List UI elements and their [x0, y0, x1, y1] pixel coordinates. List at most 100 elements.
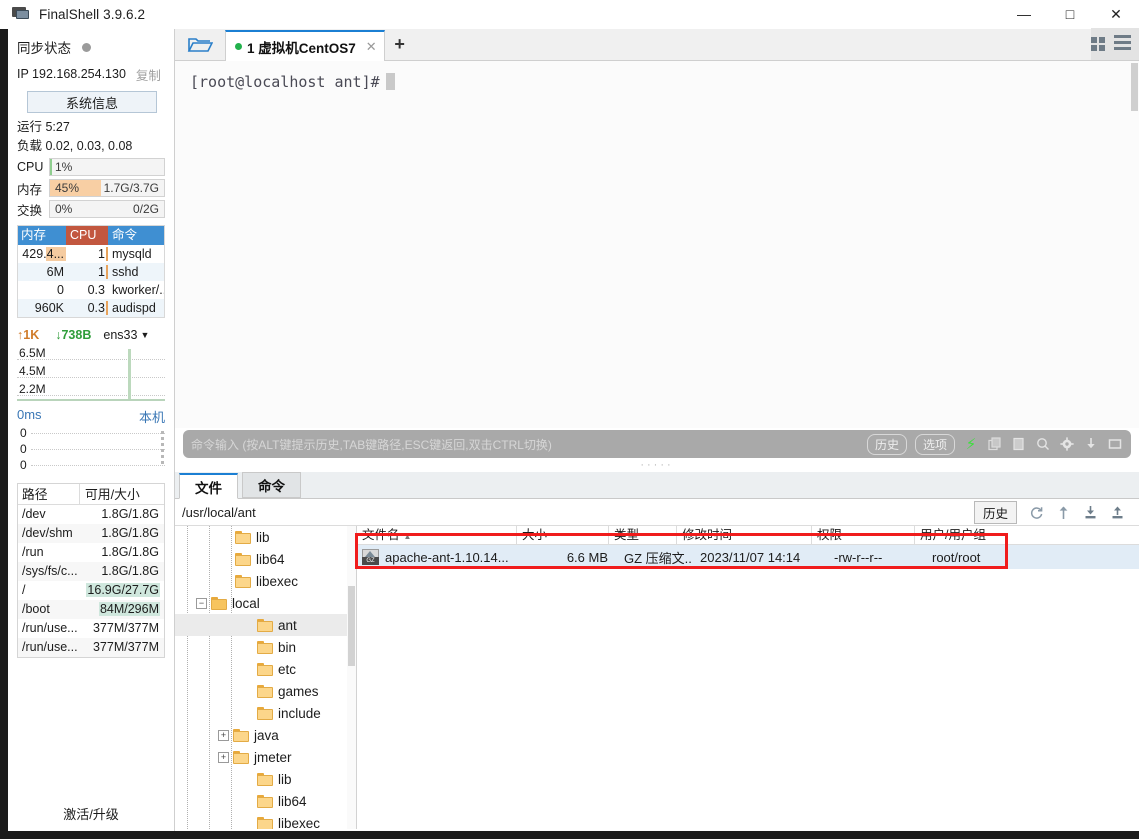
download-icon[interactable] [1082, 504, 1098, 520]
list-view-icon[interactable] [1114, 35, 1131, 53]
tree-node-java[interactable]: + java [175, 724, 356, 746]
network-interface[interactable]: ens33 [103, 328, 137, 342]
file-list[interactable]: 文件名 ▲ 大小 类型 修改时间 权限 用户/用户组 GZ apache-ant-1… [357, 526, 1139, 829]
tab-files[interactable]: 文件 [179, 473, 238, 499]
disk-size: 16.9G/27.7G [86, 583, 160, 597]
tree-node-jmeter[interactable]: + jmeter [175, 746, 356, 768]
proc-header-mem[interactable]: 内存 [18, 226, 66, 245]
refresh-icon[interactable] [1028, 504, 1044, 520]
process-cpu: 0.3 [87, 283, 105, 297]
file-row[interactable]: GZ apache-ant-1.10.14... 6.6 MB GZ 压缩文... 20… [357, 545, 1139, 569]
tree-node-label: etc [278, 661, 297, 677]
tree-node-bin[interactable]: bin [175, 636, 356, 658]
disk-row[interactable]: /boot 84M/296M [18, 600, 164, 619]
col-header-owner[interactable]: 用户/用户组 [915, 526, 1055, 544]
download-icon[interactable] [1083, 436, 1099, 452]
tree-node-label: lib [278, 771, 292, 787]
panel-splitter[interactable]: ····· [175, 458, 1139, 472]
process-cpu: 1 [66, 245, 108, 263]
disk-row[interactable]: /dev/shm 1.8G/1.8G [18, 524, 164, 543]
file-history-button[interactable]: 历史 [973, 500, 1017, 524]
tree-node-lib64[interactable]: lib64 [175, 548, 356, 570]
tree-node-lib[interactable]: lib [175, 526, 356, 548]
disk-path: /dev/shm [22, 526, 73, 540]
disk-row[interactable]: /dev 1.8G/1.8G [18, 505, 164, 524]
tree-node-libexec[interactable]: libexec [175, 570, 356, 592]
folder-icon [235, 530, 251, 544]
tree-scrollbar[interactable] [347, 526, 356, 829]
search-icon[interactable] [1035, 436, 1051, 452]
disk-header-path[interactable]: 路径 [18, 484, 80, 504]
open-folder-icon[interactable] [175, 28, 225, 60]
view-toggles [1091, 28, 1139, 60]
new-tab-button[interactable]: + [385, 28, 415, 60]
bolt-icon[interactable]: ⚡ [963, 436, 979, 453]
disk-row[interactable]: / 16.9G/27.7G [18, 581, 164, 600]
file-name: apache-ant-1.10.14... [385, 549, 509, 565]
file-toolbar: 历史 [973, 500, 1139, 524]
col-header-mtime[interactable]: 修改时间 [677, 526, 812, 544]
file-size: 6.6 MB [566, 549, 608, 565]
proc-header-cmd[interactable]: 命令 [108, 226, 164, 245]
tree-node-label: java [254, 727, 279, 743]
terminal-scrollbar[interactable] [1129, 61, 1139, 428]
tree-node-lib64[interactable]: lib64 [175, 790, 356, 812]
activate-upgrade-link[interactable]: 激活/升级 [8, 804, 174, 823]
tree-node-include[interactable]: include [175, 702, 356, 724]
system-info-button[interactable]: 系统信息 [27, 91, 157, 113]
up-level-icon[interactable] [1055, 504, 1071, 520]
disk-row[interactable]: /run/use... 377M/377M [18, 638, 164, 657]
maximize-button[interactable]: □ [1047, 0, 1093, 29]
minimize-button[interactable]: — [1001, 0, 1047, 29]
directory-tree[interactable]: lib lib64 libexec − local ant bin etc games inclu… [175, 526, 357, 829]
chevron-down-icon[interactable]: ▼ [140, 330, 149, 340]
command-input[interactable]: 命令输入 (按ALT键提示历史,TAB键路径,ESC键返回,双击CTRL切换) [191, 436, 552, 453]
tree-node-lib[interactable]: lib [175, 768, 356, 790]
terminal-output[interactable]: [root@localhost ant]# [175, 61, 1139, 428]
disk-row[interactable]: /run 1.8G/1.8G [18, 543, 164, 562]
col-header-name[interactable]: 文件名 ▲ [357, 526, 517, 544]
gear-icon[interactable] [1059, 436, 1075, 452]
tree-node-games[interactable]: games [175, 680, 356, 702]
process-row[interactable]: 960K 0.3 audispd [18, 299, 164, 317]
col-header-perm[interactable]: 权限 [812, 526, 915, 544]
resource-bar-value: 1.7G/3.7G [103, 181, 159, 195]
proc-header-cpu[interactable]: CPU [66, 226, 108, 245]
disk-header-size[interactable]: 可用/大小 [80, 484, 164, 504]
disk-row[interactable]: /sys/fs/c... 1.8G/1.8G [18, 562, 164, 581]
terminal-tab-1[interactable]: 1 虚拟机CentOS7 ✕ [225, 30, 385, 61]
current-path[interactable]: /usr/local/ant [175, 505, 256, 520]
copy-icon[interactable] [987, 436, 1003, 452]
tree-expander-icon[interactable]: + [218, 751, 229, 763]
upload-icon[interactable] [1109, 504, 1125, 520]
tree-expander-icon[interactable]: − [196, 597, 207, 609]
latency-host: 本机 [138, 410, 165, 425]
tree-node-etc[interactable]: etc [175, 658, 356, 680]
tree-node-libexec[interactable]: libexec [175, 812, 356, 829]
process-row[interactable]: 429.4... 1 mysqld [18, 245, 164, 263]
command-options-button[interactable]: 选项 [914, 433, 955, 455]
window-title: FinalShell 3.9.6.2 [39, 6, 146, 22]
grid-view-icon[interactable] [1091, 37, 1105, 51]
process-row[interactable]: 0 0.3 kworker/... [18, 281, 164, 299]
process-row[interactable]: 6M 1 sshd [18, 263, 164, 281]
close-button[interactable]: ✕ [1093, 0, 1139, 29]
command-history-button[interactable]: 历史 [866, 433, 907, 455]
window-icon[interactable] [1107, 436, 1123, 452]
paste-icon[interactable] [1011, 436, 1027, 452]
ip-address: IP 192.168.254.130 [17, 67, 126, 81]
command-input-bar[interactable]: 命令输入 (按ALT键提示历史,TAB键路径,ESC键返回,双击CTRL切换) … [183, 430, 1131, 458]
gz-archive-icon: GZ [362, 549, 379, 565]
disk-row[interactable]: /run/use... 377M/377M [18, 619, 164, 638]
latency-header: 0ms 本机 [17, 407, 165, 425]
tab-commands[interactable]: 命令 [242, 472, 301, 498]
tree-expander-icon[interactable]: + [218, 729, 229, 741]
process-cmd: sshd [112, 265, 139, 279]
resource-bar-track: 0% 0/2G [49, 200, 165, 218]
tree-node-local[interactable]: − local [175, 592, 356, 614]
col-header-size[interactable]: 大小 [517, 526, 609, 544]
close-icon[interactable]: ✕ [366, 39, 377, 55]
tree-node-ant[interactable]: ant [175, 614, 356, 636]
copy-ip-button[interactable]: 复制 [136, 65, 161, 84]
col-header-type[interactable]: 类型 [609, 526, 677, 544]
